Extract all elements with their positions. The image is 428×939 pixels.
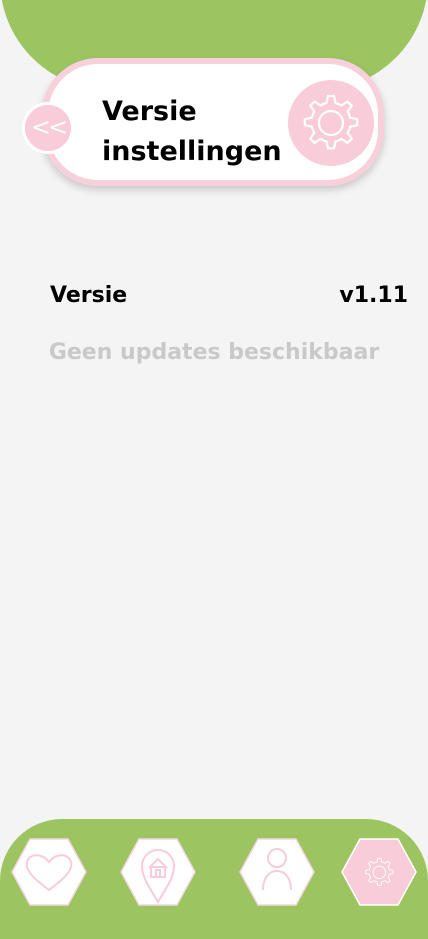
- nav-home-button[interactable]: [120, 838, 196, 906]
- update-status-text: Geen updates beschikbaar: [48, 340, 380, 365]
- nav-settings-button[interactable]: [341, 838, 417, 906]
- back-button[interactable]: <<: [22, 102, 74, 154]
- page-title: Versie instellingen: [102, 96, 282, 167]
- gear-icon: [288, 80, 374, 166]
- version-label: Versie: [50, 283, 128, 308]
- version-value: v1.11: [339, 283, 408, 308]
- nav-favorites-button[interactable]: [11, 838, 87, 906]
- header-card: Versie instellingen: [42, 58, 384, 186]
- nav-profile-button[interactable]: [239, 838, 315, 906]
